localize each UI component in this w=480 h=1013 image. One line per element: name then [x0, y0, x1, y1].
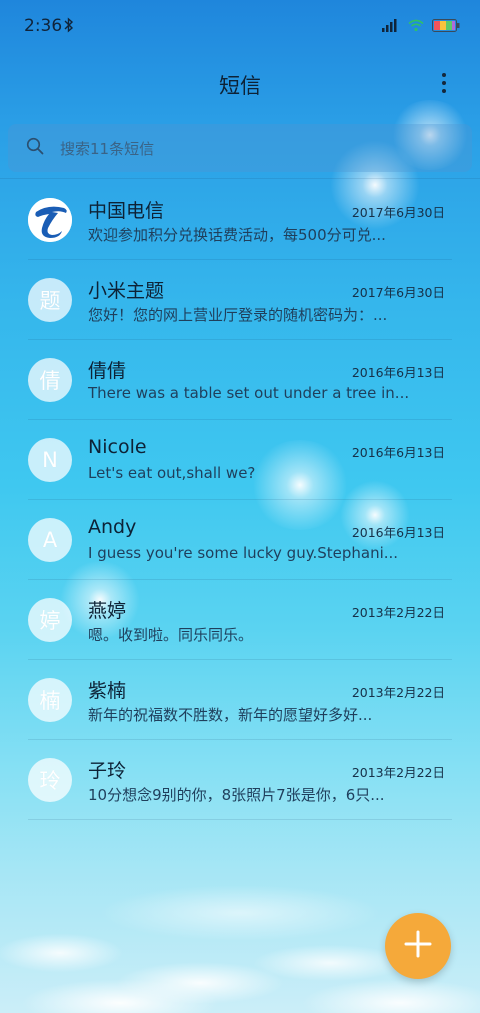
avatar: 楠	[28, 678, 72, 722]
divider	[0, 178, 480, 179]
divider	[28, 819, 452, 820]
message-preview: 嗯。收到啦。同乐同乐。	[88, 626, 254, 644]
china-telecom-logo-icon	[28, 198, 72, 242]
app-header: 短信	[0, 60, 480, 108]
message-date: 2016年6月13日	[351, 525, 445, 540]
avatar-initial: 楠	[39, 689, 61, 713]
message-date: 2016年6月13日	[351, 365, 445, 380]
avatar: 题	[28, 278, 72, 322]
avatar-initial: A	[42, 528, 58, 552]
contact-name: Nicole	[88, 436, 147, 458]
message-date: 2013年2月22日	[351, 685, 445, 700]
contact-name: Andy	[88, 516, 137, 538]
avatar: N	[28, 438, 72, 482]
status-bar: 2:36	[0, 0, 480, 52]
page-title: 短信	[219, 74, 261, 98]
message-preview: 10分想念9别的你，8张照片7张是你，6只...	[88, 786, 385, 804]
message-date: 2016年6月13日	[351, 445, 445, 460]
more-dot	[442, 81, 446, 85]
search-input[interactable]: 搜索11条短信	[60, 138, 154, 159]
conversation-list: 中国电信 2017年6月30日 欢迎参加积分兑换话费活动，每500分可兑... …	[0, 180, 480, 820]
more-options-button[interactable]	[434, 70, 454, 96]
message-preview: 新年的祝福数不胜数，新年的愿望好多好...	[88, 706, 373, 724]
message-preview: I guess you're some lucky guy.Stephani..…	[88, 544, 399, 562]
message-preview: 欢迎参加积分兑换话费活动，每500分可兑...	[88, 226, 386, 244]
avatar-initial: 婷	[39, 609, 61, 633]
plus-icon	[404, 930, 432, 962]
conversation-item[interactable]: 婷 燕婷 2013年2月22日 嗯。收到啦。同乐同乐。	[0, 580, 480, 660]
compose-message-button[interactable]	[385, 913, 451, 979]
avatar-initial: 倩	[39, 369, 61, 393]
message-preview: 您好！您的网上营业厅登录的随机密码为：...	[88, 306, 388, 324]
status-time: 2:36	[24, 16, 63, 36]
wifi-icon	[408, 17, 424, 36]
avatar: 倩	[28, 358, 72, 402]
more-dot	[442, 73, 446, 77]
contact-name: 子玲	[88, 760, 127, 782]
contact-name: 中国电信	[88, 200, 165, 222]
avatar-initial: 题	[39, 289, 61, 313]
contact-name: 紫楠	[88, 680, 127, 702]
message-preview: Let's eat out,shall we?	[88, 464, 256, 482]
battery-icon	[432, 17, 460, 36]
message-preview: There was a table set out under a tree i…	[88, 384, 410, 402]
avatar: A	[28, 518, 72, 562]
bluetooth-icon	[64, 17, 74, 37]
avatar: 玲	[28, 758, 72, 802]
conversation-item[interactable]: 中国电信 2017年6月30日 欢迎参加积分兑换话费活动，每500分可兑...	[0, 180, 480, 260]
message-date: 2013年2月22日	[351, 765, 445, 780]
avatar-initial: N	[42, 448, 58, 472]
contact-name: 倩倩	[88, 360, 127, 382]
conversation-item[interactable]: 题 小米主题 2017年6月30日 您好！您的网上营业厅登录的随机密码为：...	[0, 260, 480, 340]
contact-name: 小米主题	[88, 280, 165, 302]
more-dot	[442, 89, 446, 93]
conversation-item[interactable]: A Andy 2016年6月13日 I guess you're some lu…	[0, 500, 480, 580]
message-date: 2017年6月30日	[351, 285, 445, 300]
message-date: 2013年2月22日	[351, 605, 445, 620]
signal-icon	[382, 17, 400, 36]
avatar-initial: 玲	[39, 769, 61, 793]
conversation-item[interactable]: N Nicole 2016年6月13日 Let's eat out,shall …	[0, 420, 480, 500]
conversation-item[interactable]: 倩 倩倩 2016年6月13日 There was a table set ou…	[0, 340, 480, 420]
message-date: 2017年6月30日	[351, 205, 445, 220]
conversation-item[interactable]: 楠 紫楠 2013年2月22日 新年的祝福数不胜数，新年的愿望好多好...	[0, 660, 480, 740]
contact-name: 燕婷	[88, 600, 127, 622]
search-icon	[26, 137, 44, 159]
search-bar[interactable]: 搜索11条短信	[8, 124, 472, 172]
conversation-item[interactable]: 玲 子玲 2013年2月22日 10分想念9别的你，8张照片7张是你，6只...	[0, 740, 480, 820]
avatar: 婷	[28, 598, 72, 642]
